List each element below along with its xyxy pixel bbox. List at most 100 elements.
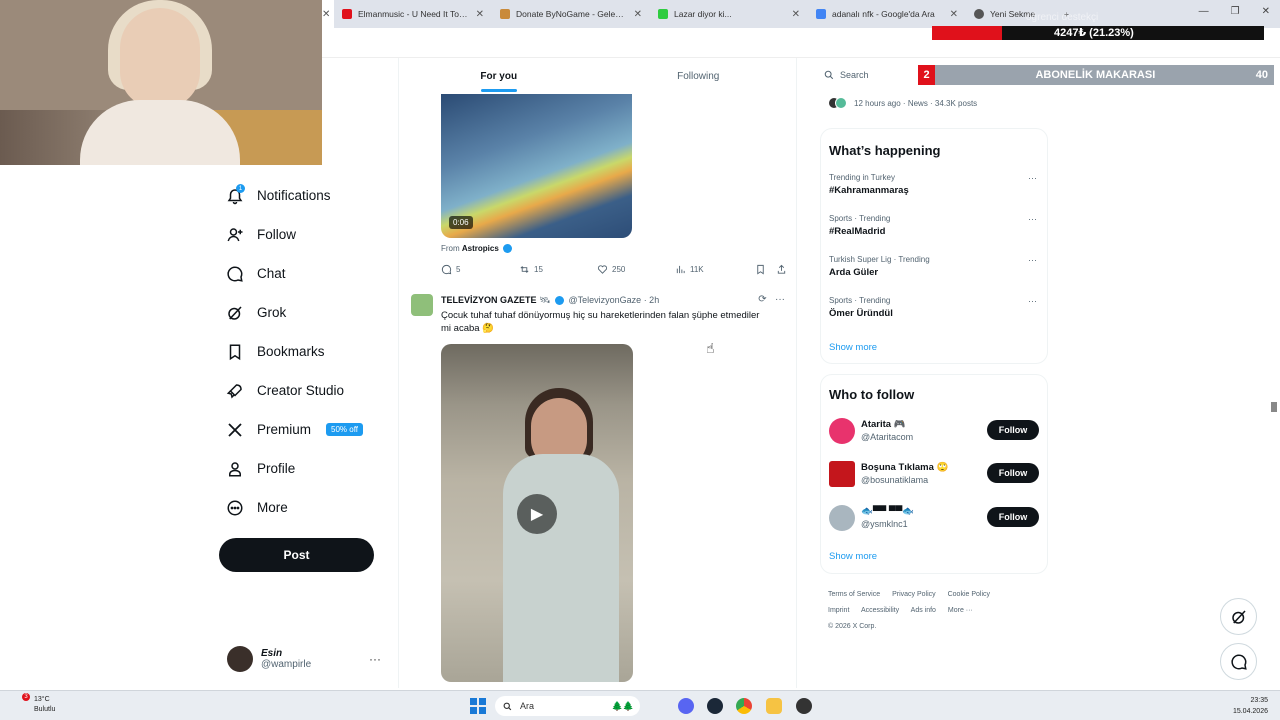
- steam-icon[interactable]: [707, 698, 723, 714]
- messages-floating-button[interactable]: [1220, 643, 1257, 680]
- browser-tab[interactable]: Lazar diyor ki... ✕: [650, 0, 808, 28]
- trend-category: Trending in Turkey: [829, 173, 895, 182]
- window-controls: — ❐ ✕: [1199, 6, 1270, 17]
- more-dots-icon[interactable]: ···: [1028, 173, 1037, 183]
- like-button[interactable]: 250: [597, 264, 675, 275]
- show-more-link[interactable]: Show more: [829, 342, 877, 353]
- footer-link[interactable]: Terms of Service: [828, 591, 880, 598]
- follow-suggestion[interactable]: 🐟▀▀ ▀▀🐟 @ysmklnc1 Follow: [829, 505, 1041, 539]
- nav-label: Creator Studio: [257, 383, 345, 398]
- footer-link[interactable]: Imprint: [828, 607, 849, 614]
- avatar[interactable]: [829, 505, 855, 531]
- show-more-link[interactable]: Show more: [829, 551, 877, 562]
- more-dots-icon[interactable]: ···: [1028, 255, 1037, 265]
- footer-link[interactable]: Accessibility: [861, 607, 899, 614]
- grok-floating-button[interactable]: [1220, 598, 1257, 635]
- browser-tab-active[interactable]: ✕: [322, 0, 334, 28]
- nav-creator-studio[interactable]: Creator Studio: [220, 371, 400, 410]
- footer-link[interactable]: Ads info: [911, 607, 936, 614]
- folder-icon[interactable]: [766, 698, 782, 714]
- windows-start-icon[interactable]: [470, 698, 486, 714]
- system-clock[interactable]: 23:35 15.04.2026: [1233, 695, 1268, 717]
- footer-link[interactable]: Cookie Policy: [948, 591, 990, 598]
- trend-tag: Ömer Üründül: [829, 308, 893, 319]
- post-button[interactable]: Post: [219, 538, 374, 572]
- browser-tab[interactable]: Donate ByNoGame - Gelen/Gi ✕: [492, 0, 650, 28]
- nav-notifications[interactable]: Notifications: [220, 176, 400, 215]
- windows-taskbar: 3 13°C Bulutlu Ara 🌲🌲 23:35 15.04.2026: [0, 690, 1280, 720]
- avatar: [828, 97, 848, 109]
- follow-button[interactable]: Follow: [987, 507, 1039, 527]
- repost-button[interactable]: 15: [519, 264, 597, 275]
- more-dots-icon[interactable]: ···: [369, 652, 381, 666]
- account-handle: @wampirle: [261, 659, 312, 670]
- close-icon[interactable]: ✕: [792, 9, 800, 20]
- suggestion-name: Boşuna Tıklama 🙄: [861, 462, 949, 473]
- hand-cursor-icon: ☝: [706, 340, 715, 356]
- play-icon[interactable]: ▶: [517, 494, 557, 534]
- more-dots-icon[interactable]: ···: [1028, 214, 1037, 224]
- nav-profile[interactable]: Profile: [220, 449, 400, 488]
- follow-suggestion[interactable]: Atarita 🎮 @Ataritacom Follow: [829, 418, 1041, 452]
- obs-icon[interactable]: [796, 698, 812, 714]
- tab-title: Lazar diyor ki...: [674, 9, 732, 19]
- close-icon[interactable]: ✕: [322, 9, 330, 20]
- nav-grok[interactable]: Grok: [220, 293, 400, 332]
- avatar[interactable]: [829, 418, 855, 444]
- share-icon[interactable]: [776, 264, 787, 275]
- tab-for-you[interactable]: For you: [399, 58, 599, 94]
- nav-chat[interactable]: Chat: [220, 254, 400, 293]
- weather-widget[interactable]: 3 13°C Bulutlu: [20, 693, 55, 715]
- close-window-icon[interactable]: ✕: [1262, 6, 1270, 17]
- chat-icon: [1230, 653, 1247, 670]
- views-button[interactable]: 11K: [675, 264, 753, 275]
- tweet-author-handle[interactable]: @TelevizyonGaze: [569, 295, 642, 305]
- trend-item[interactable]: Trending in Turkey #Kahramanmaraş ···: [829, 173, 1041, 213]
- footer-link[interactable]: More ···: [948, 607, 973, 614]
- browser-tab[interactable]: adanalı nfk - Google'da Ara ✕: [808, 0, 966, 28]
- person-plus-icon: [227, 227, 243, 241]
- close-icon[interactable]: ✕: [634, 9, 642, 20]
- trend-item[interactable]: Sports · Trending Ömer Üründül ···: [829, 296, 1041, 336]
- chrome-icon[interactable]: [736, 698, 752, 714]
- video-player[interactable]: ▶: [441, 344, 633, 682]
- footer-link[interactable]: Privacy Policy: [892, 591, 936, 598]
- tweet-tools: ⟳ ···: [758, 294, 785, 305]
- discord-icon[interactable]: [678, 698, 694, 714]
- trend-meta-text: 12 hours ago · News · 34.3K posts: [854, 98, 978, 108]
- nav-label: Grok: [257, 305, 287, 320]
- more-dots-icon[interactable]: ···: [775, 294, 785, 305]
- close-icon[interactable]: ✕: [476, 9, 484, 20]
- follow-button[interactable]: Follow: [987, 463, 1039, 483]
- tweet-time[interactable]: · 2h: [644, 295, 660, 305]
- from-account-link[interactable]: Astropics: [462, 244, 499, 253]
- tweet-author-name[interactable]: TELEVİZYON GAZETE: [441, 295, 537, 305]
- nav-follow[interactable]: Follow: [220, 215, 400, 254]
- nav-bookmarks[interactable]: Bookmarks: [220, 332, 400, 371]
- nav-more[interactable]: More: [220, 488, 400, 527]
- close-icon[interactable]: ✕: [950, 9, 958, 20]
- trend-item[interactable]: Sports · Trending #RealMadrid ···: [829, 214, 1041, 254]
- tab-following[interactable]: Following: [599, 58, 797, 94]
- grok-icon[interactable]: ⟳: [758, 294, 766, 305]
- maximize-icon[interactable]: ❐: [1231, 6, 1240, 17]
- follow-suggestion[interactable]: Boşuna Tıklama 🙄 @bosunatiklama Follow: [829, 461, 1041, 495]
- more-dots-icon[interactable]: ···: [1028, 296, 1037, 306]
- reply-button[interactable]: 5: [441, 264, 519, 275]
- bookmark-icon: [229, 344, 241, 360]
- minimize-icon[interactable]: —: [1199, 6, 1209, 17]
- avatar[interactable]: [411, 294, 433, 316]
- trend-item[interactable]: Turkish Super Lig · Trending Arda Güler …: [829, 255, 1041, 295]
- scrollbar-thumb[interactable]: [1271, 402, 1277, 412]
- google-icon: [816, 9, 826, 19]
- account-switcher[interactable]: Esin @wampirle ···: [227, 644, 387, 674]
- bookmark-icon[interactable]: [755, 264, 766, 275]
- avatar[interactable]: [829, 461, 855, 487]
- donate-icon: [500, 9, 510, 19]
- browser-tab[interactable]: Elmanmusic - U Need It Too (sl ✕: [334, 0, 492, 28]
- search-input[interactable]: Search: [818, 65, 918, 85]
- follow-button[interactable]: Follow: [987, 420, 1039, 440]
- taskbar-search[interactable]: Ara 🌲🌲: [495, 696, 640, 716]
- repost-icon: [520, 266, 529, 273]
- nav-premium[interactable]: Premium 50% off: [220, 410, 400, 449]
